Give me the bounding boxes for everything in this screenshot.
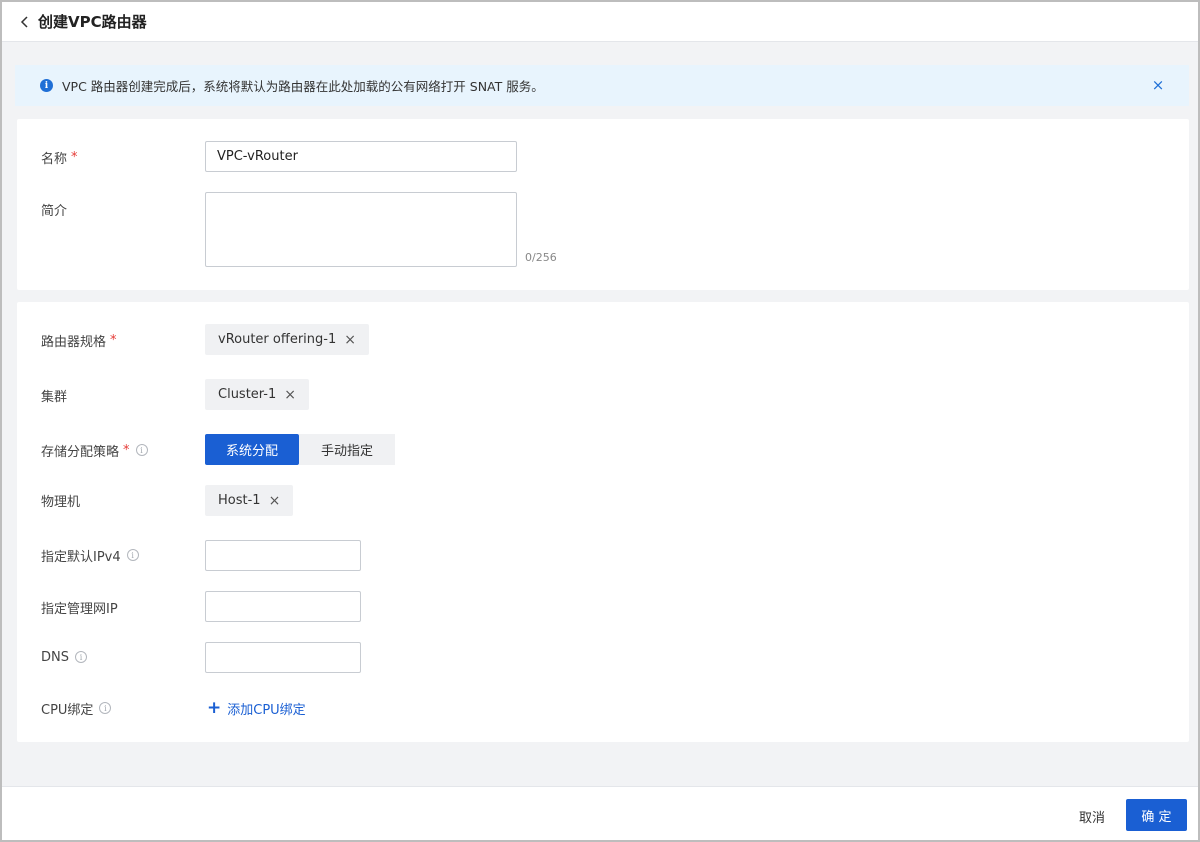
char-counter: 0/256 [525, 251, 557, 264]
cpu-binding-label: CPU绑定 i [41, 698, 112, 718]
storage-strategy-label: 存储分配策略 * i [41, 440, 148, 460]
info-tooltip-icon[interactable]: i [99, 702, 112, 714]
cancel-button[interactable]: 取消 [1079, 807, 1105, 826]
page-header: 创建VPC路由器 [2, 2, 1198, 42]
config-card: 路由器规格 * vRouter offering-1 × 集群 Cluster-… [17, 302, 1189, 742]
cluster-tag[interactable]: Cluster-1 × [205, 379, 310, 410]
mgmt-ip-input[interactable] [205, 591, 361, 622]
dns-label: DNS i [41, 647, 87, 667]
host-label: 物理机 [41, 494, 81, 510]
close-icon[interactable]: × [1151, 78, 1165, 93]
name-input[interactable]: VPC-vRouter [205, 141, 517, 172]
description-textarea[interactable] [205, 192, 517, 267]
info-tooltip-icon[interactable]: i [135, 444, 148, 456]
required-mark: * [71, 149, 78, 165]
footer-bar: 取消 确 定 [2, 786, 1198, 840]
storage-option-system[interactable]: 系统分配 [205, 434, 299, 465]
confirm-button[interactable]: 确 定 [1126, 799, 1187, 831]
storage-option-manual[interactable]: 手动指定 [299, 434, 395, 465]
cluster-label: 集群 [41, 389, 68, 405]
notice-text: VPC 路由器创建完成后，系统将默认为路由器在此处加载的公有网络打开 SNAT … [62, 79, 544, 94]
plus-icon: + [207, 698, 222, 718]
add-cpu-binding-link[interactable]: + 添加CPU绑定 [207, 698, 306, 718]
basic-info-card: 名称 * VPC-vRouter 简介 0/256 [17, 119, 1189, 290]
ipv4-label: 指定默认IPv4 i [41, 545, 139, 565]
required-mark: * [123, 442, 130, 458]
offering-tag[interactable]: vRouter offering-1 × [205, 324, 369, 355]
offering-label: 路由器规格 * [41, 332, 117, 350]
info-tooltip-icon[interactable]: i [75, 651, 87, 663]
info-tooltip-icon[interactable]: i [126, 549, 139, 561]
close-icon[interactable]: × [344, 332, 356, 348]
chevron-left-icon[interactable] [18, 15, 32, 29]
close-icon[interactable]: × [284, 387, 296, 403]
info-notice: i VPC 路由器创建完成后，系统将默认为路由器在此处加载的公有网络打开 SNA… [15, 65, 1189, 106]
host-tag[interactable]: Host-1 × [205, 485, 294, 516]
name-label: 名称 * [41, 149, 78, 167]
dns-input[interactable] [205, 642, 361, 673]
mgmt-ip-label: 指定管理网IP [41, 601, 118, 617]
info-icon: i [40, 79, 53, 92]
page-frame: 创建VPC路由器 i VPC 路由器创建完成后，系统将默认为路由器在此处加载的公… [0, 0, 1200, 842]
close-icon[interactable]: × [269, 493, 281, 509]
ipv4-input[interactable] [205, 540, 361, 571]
required-mark: * [110, 332, 117, 348]
page-title: 创建VPC路由器 [38, 13, 147, 31]
storage-strategy-toggle: 系统分配 手动指定 [205, 434, 395, 465]
description-label: 简介 [41, 203, 68, 219]
